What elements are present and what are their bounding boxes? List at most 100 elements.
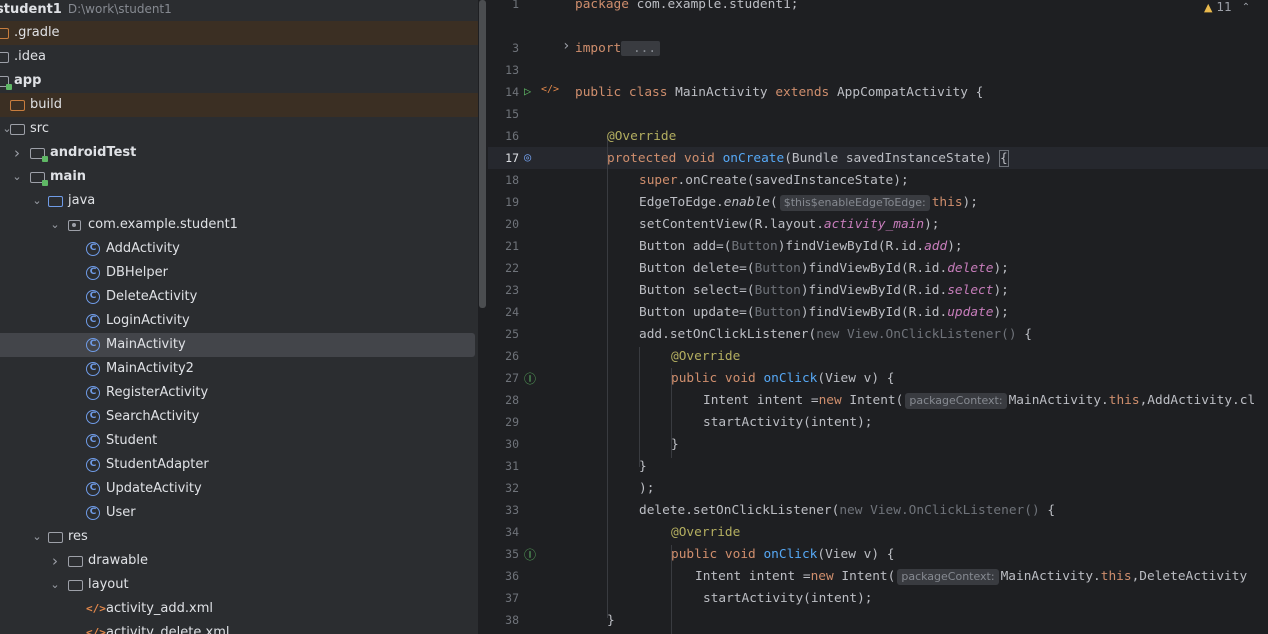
tree-item[interactable]: C StudentAdapter <box>0 453 478 477</box>
code-line[interactable]: package com.example.student1; <box>575 0 798 16</box>
line-number[interactable]: 34 <box>488 525 519 539</box>
chevron-down-icon[interactable]: ⌄ <box>30 525 44 549</box>
line-number[interactable]: 3 <box>488 41 519 55</box>
code-line[interactable]: Button add=(Button)findViewById(R.id.add… <box>639 236 963 258</box>
code-line[interactable]: setContentView(R.layout.activity_main); <box>639 214 940 236</box>
tree-item[interactable]: C MainActivity <box>0 333 475 357</box>
tree-item[interactable]: ⌄ main <box>0 165 478 189</box>
tree-item[interactable]: C User <box>0 501 478 525</box>
line-number[interactable]: 28 <box>488 393 519 407</box>
line-number[interactable]: 19 <box>488 195 519 209</box>
code-line[interactable]: public void onClick(View v) { <box>671 544 894 566</box>
code-line[interactable]: startActivity(intent); <box>703 412 873 434</box>
tree-item[interactable]: .idea <box>0 45 478 69</box>
tree-item[interactable]: C AddActivity <box>0 237 478 261</box>
code-line[interactable]: protected void onCreate(Bundle savedInst… <box>607 148 1009 170</box>
code-line[interactable]: public class MainActivity extends AppCom… <box>575 82 983 104</box>
inspection-widget[interactable]: ▲ 11 ⌃ <box>1204 0 1250 14</box>
tree-item[interactable]: student1 D:\work\student1 <box>0 0 478 21</box>
chevron-down-icon[interactable]: ⌄ <box>48 213 62 237</box>
tree-item[interactable]: C SearchActivity <box>0 405 478 429</box>
tree-item[interactable]: › androidTest <box>0 141 478 165</box>
line-number[interactable]: 17 <box>488 151 519 165</box>
code-line[interactable]: } <box>671 434 679 456</box>
xml-link-icon[interactable]: </> <box>541 84 559 95</box>
line-number[interactable]: 22 <box>488 261 519 275</box>
override-icon[interactable]: ◎ <box>524 150 531 164</box>
line-number[interactable]: 36 <box>488 569 519 583</box>
code-token: com.example.student1; <box>628 0 799 12</box>
line-number[interactable]: 23 <box>488 283 519 297</box>
line-number[interactable]: 14 <box>488 85 519 99</box>
line-number[interactable]: 15 <box>488 107 519 121</box>
chevron-down-icon[interactable]: ⌄ <box>10 165 24 189</box>
chevron-up-icon[interactable]: ⌃ <box>1242 2 1250 13</box>
tree-item[interactable]: › drawable <box>0 549 478 573</box>
code-line[interactable]: Button update=(Button)findViewById(R.id.… <box>639 302 1009 324</box>
code-line[interactable]: public void onClick(View v) { <box>671 368 894 390</box>
chevron-right-icon[interactable]: › <box>10 141 24 165</box>
line-number[interactable]: 24 <box>488 305 519 319</box>
line-number[interactable]: 26 <box>488 349 519 363</box>
tree-item[interactable]: .gradle <box>0 21 478 45</box>
implements-icon[interactable]: Ⓘ <box>524 370 536 387</box>
chevron-down-icon[interactable]: ⌄ <box>48 573 62 597</box>
line-number[interactable]: 31 <box>488 459 519 473</box>
line-number[interactable]: 13 <box>488 63 519 77</box>
tree-item[interactable]: ⌄ src <box>0 117 478 141</box>
tree-item[interactable]: C DBHelper <box>0 261 478 285</box>
line-number[interactable]: 18 <box>488 173 519 187</box>
code-line[interactable]: add.setOnClickListener(new View.OnClickL… <box>639 324 1032 346</box>
line-number[interactable]: 35 <box>488 547 519 561</box>
tree-item[interactable]: C MainActivity2 <box>0 357 478 381</box>
code-line[interactable]: @Override <box>671 346 740 368</box>
line-number[interactable]: 33 <box>488 503 519 517</box>
line-number[interactable]: 27 <box>488 371 519 385</box>
tree-item[interactable]: </> activity_delete.xml <box>0 621 478 634</box>
code-line[interactable]: Intent intent =new Intent(packageContext… <box>695 566 1247 588</box>
tree-item[interactable]: ⌄ java <box>0 189 478 213</box>
tree-item[interactable]: ⌄ layout <box>0 573 478 597</box>
tree-item[interactable]: C UpdateActivity <box>0 477 478 501</box>
tree-item[interactable]: </> activity_add.xml <box>0 597 478 621</box>
code-line[interactable]: import ... <box>575 38 661 60</box>
chevron-down-icon[interactable]: ⌄ <box>30 189 44 213</box>
line-number[interactable]: 20 <box>488 217 519 231</box>
code-line[interactable]: Button select=(Button)findViewById(R.id.… <box>639 280 1009 302</box>
line-number[interactable]: 32 <box>488 481 519 495</box>
code-line[interactable]: Button delete=(Button)findViewById(R.id.… <box>639 258 1009 280</box>
code-line[interactable]: delete.setOnClickListener(new View.OnCli… <box>639 500 1055 522</box>
tree-item-text: DeleteActivity <box>106 289 198 304</box>
line-number[interactable]: 21 <box>488 239 519 253</box>
tree-item[interactable]: app <box>0 69 478 93</box>
tree-item[interactable]: build <box>0 93 478 117</box>
line-number[interactable]: 30 <box>488 437 519 451</box>
run-icon[interactable]: ▷ <box>524 84 531 98</box>
implements-icon[interactable]: Ⓘ <box>524 546 536 563</box>
tree-item[interactable]: C RegisterActivity <box>0 381 478 405</box>
line-number[interactable]: 25 <box>488 327 519 341</box>
tree-item[interactable]: C LoginActivity <box>0 309 478 333</box>
code-line[interactable]: EdgeToEdge.enable($this$enableEdgeToEdge… <box>639 192 978 214</box>
tree-item[interactable]: ⌄ res <box>0 525 478 549</box>
chevron-right-icon[interactable]: › <box>48 549 62 573</box>
fold-chevron-icon[interactable]: › <box>562 38 570 54</box>
code-line[interactable]: } <box>607 610 615 632</box>
line-number[interactable]: 29 <box>488 415 519 429</box>
line-number[interactable]: 16 <box>488 129 519 143</box>
line-number[interactable]: 37 <box>488 591 519 605</box>
code-line[interactable]: ); <box>639 478 654 500</box>
code-line[interactable]: super.onCreate(savedInstanceState); <box>639 170 909 192</box>
project-tree-scrollbar[interactable] <box>479 0 486 308</box>
code-line[interactable]: Intent intent =new Intent(packageContext… <box>703 390 1255 412</box>
line-number[interactable]: 1 <box>488 0 519 11</box>
tree-item[interactable]: C DeleteActivity <box>0 285 478 309</box>
code-editor[interactable]: ▲ 11 ⌃ 1 package com.example.student1; 3 im… <box>488 0 1268 634</box>
tree-item[interactable]: C Student <box>0 429 478 453</box>
tree-item[interactable]: ⌄ com.example.student1 <box>0 213 478 237</box>
code-line[interactable]: @Override <box>671 522 740 544</box>
line-number[interactable]: 38 <box>488 613 519 627</box>
code-line[interactable]: @Override <box>607 126 676 148</box>
code-line[interactable]: startActivity(intent); <box>703 588 873 610</box>
code-line[interactable]: } <box>639 456 647 478</box>
